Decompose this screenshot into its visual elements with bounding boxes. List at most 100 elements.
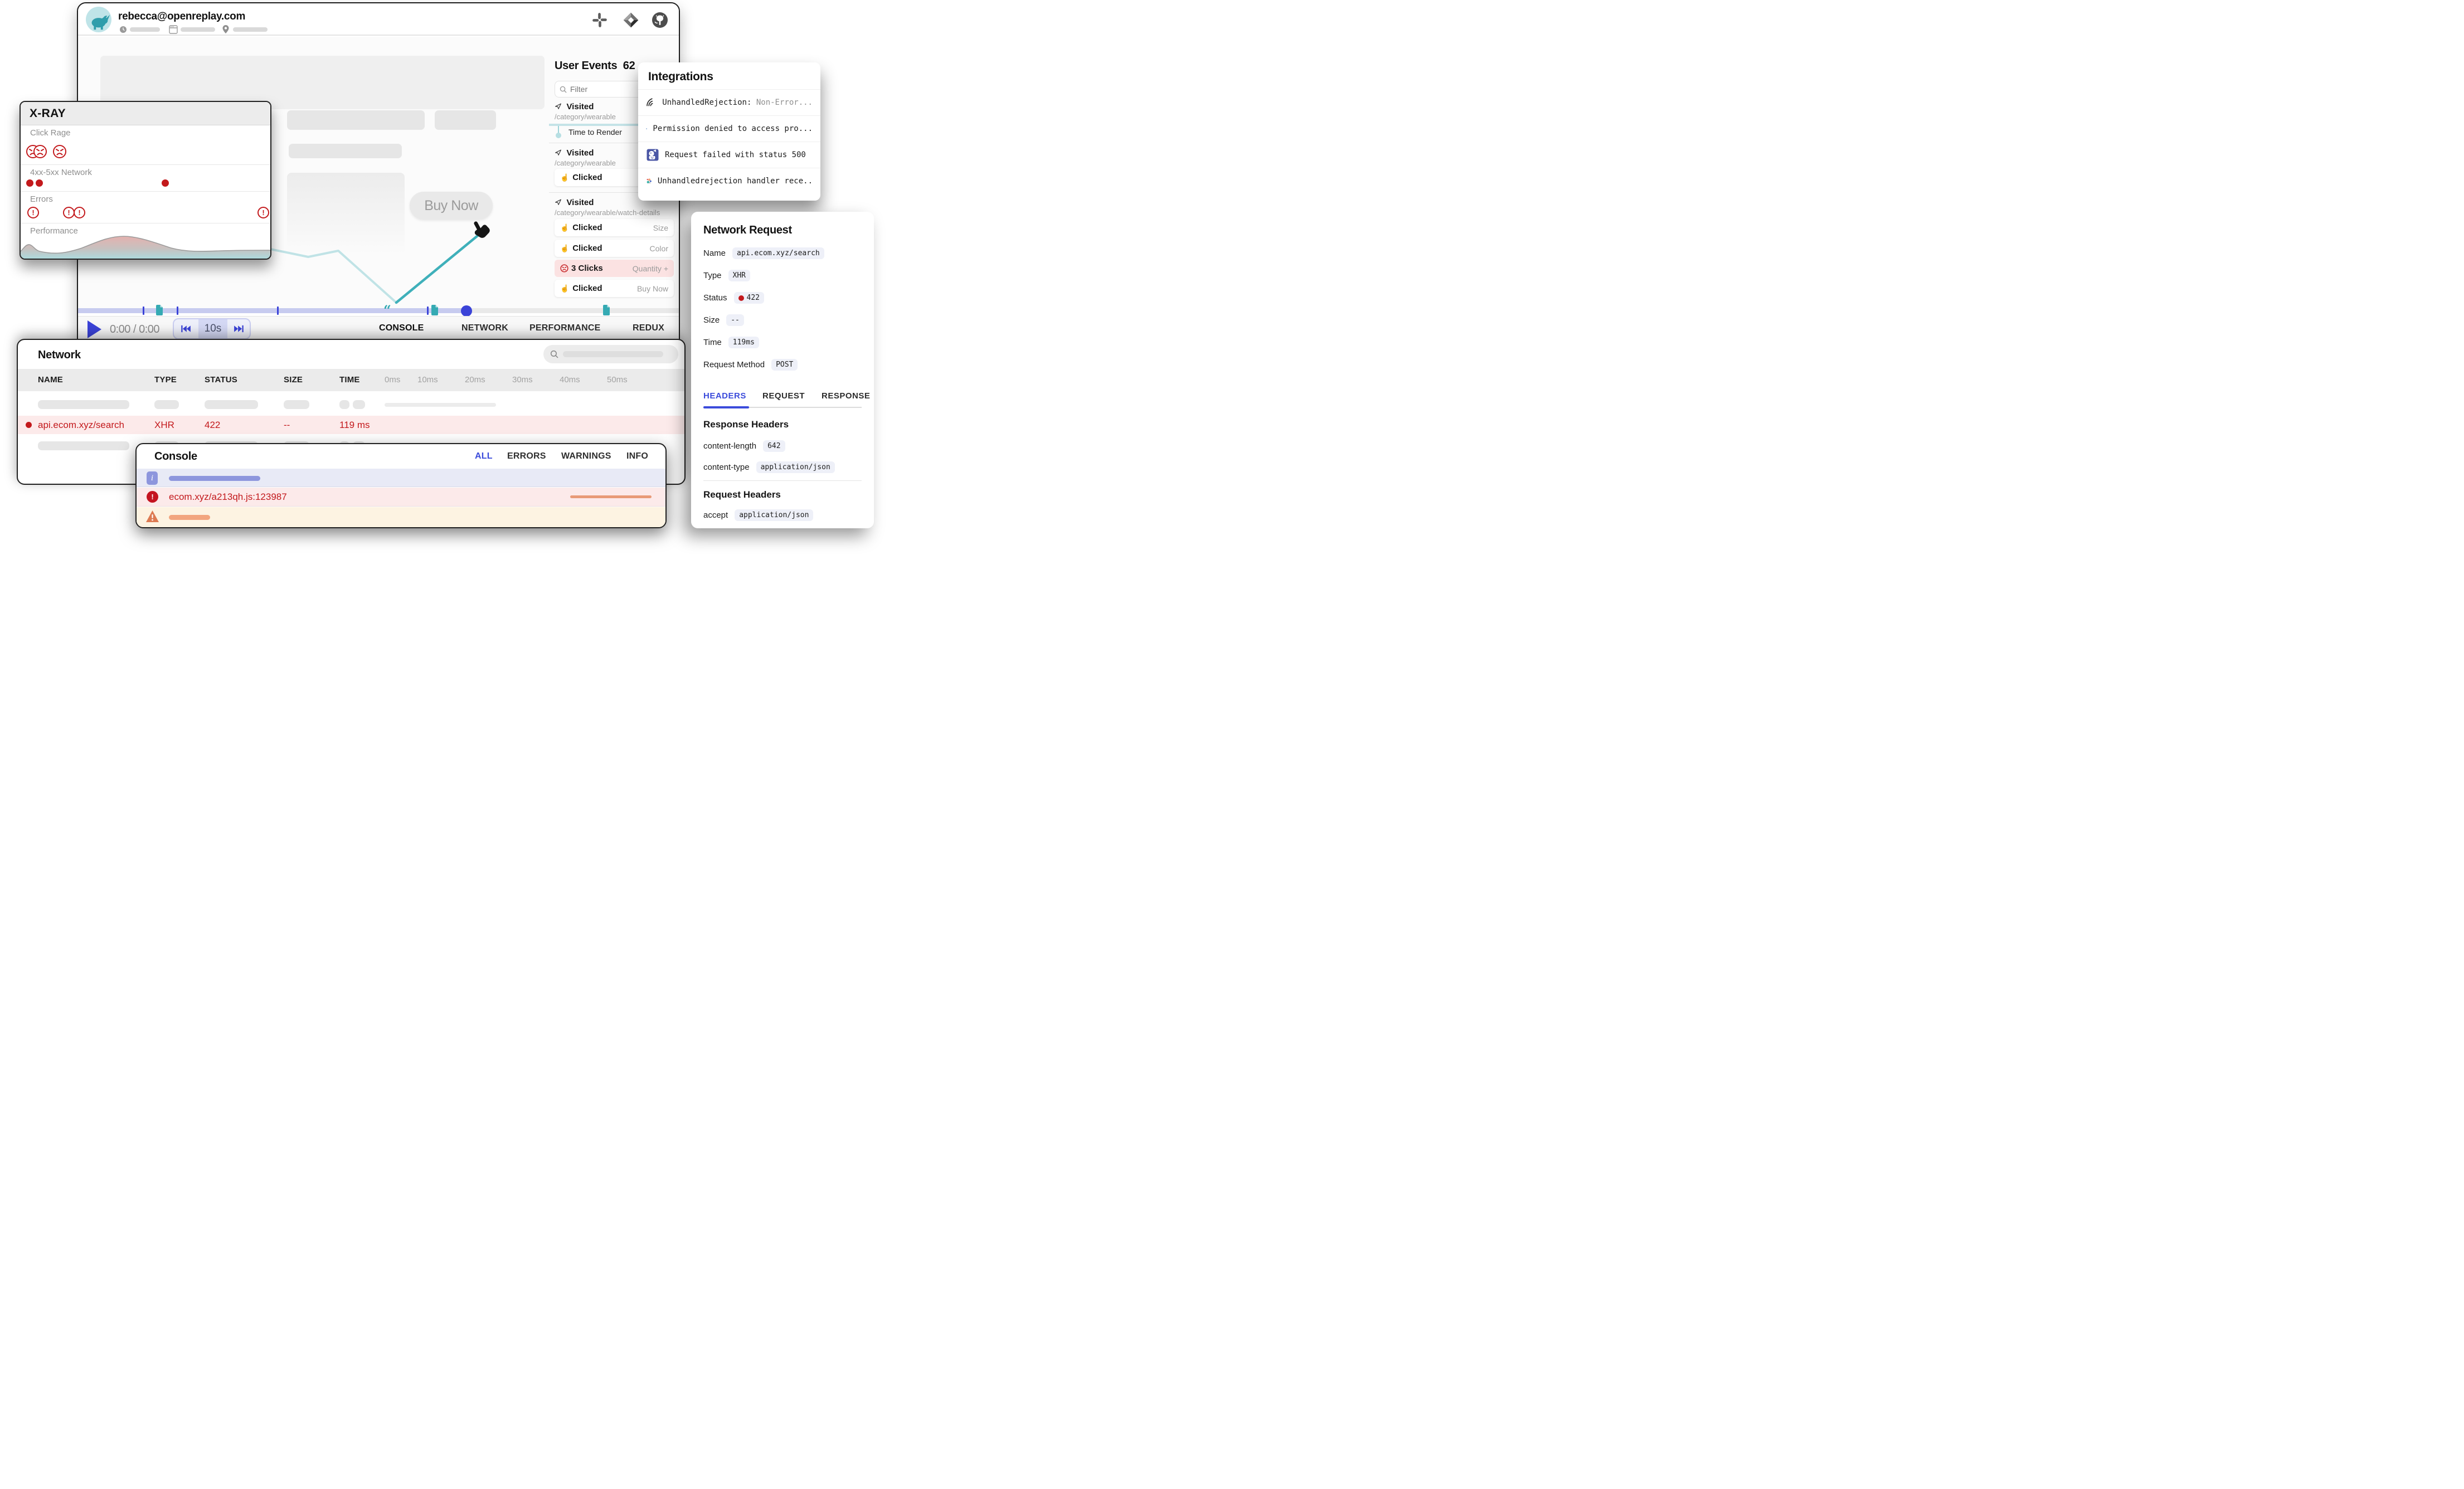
timeline-playhead[interactable] — [461, 305, 472, 317]
performance-area-chart — [21, 235, 270, 259]
console-tab-errors[interactable]: ERRORS — [507, 451, 546, 461]
skip-interval-display[interactable]: 10s — [198, 319, 227, 338]
event-visited-1[interactable]: Visited /category/wearable — [555, 102, 616, 121]
event-clicked-size-card[interactable]: ☝ Clicked Size — [555, 219, 674, 236]
network-request-title: Network Request — [703, 224, 792, 237]
console-tab-all[interactable]: ALL — [475, 451, 493, 461]
tab-network[interactable]: NETWORK — [461, 323, 508, 333]
skip-back-button[interactable] — [174, 319, 198, 338]
tab-performance[interactable]: PERFORMANCE — [529, 323, 601, 333]
error-badge-icon[interactable]: ! — [257, 207, 269, 218]
timeline-note-marker[interactable] — [603, 305, 610, 315]
console-row-error[interactable]: ! ecom.xyz/a213qh.js:123987 — [137, 488, 667, 507]
field-value-chip: -- — [726, 314, 744, 326]
status-error-dot — [26, 422, 32, 428]
slack-icon[interactable] — [592, 12, 608, 28]
xray-header: X-RAY — [21, 102, 270, 125]
timeline-note-marker[interactable] — [156, 305, 163, 315]
xray-divider — [21, 191, 271, 192]
integration-row-elastic[interactable]: Unhandledrejection handler rece.. — [638, 168, 820, 194]
console-row-info[interactable]: i — [137, 469, 667, 487]
tick-20ms: 20ms — [465, 375, 485, 385]
session-duration-skeleton — [130, 27, 160, 32]
request-status: 422 — [205, 420, 220, 431]
warning-message-skeleton — [169, 515, 210, 520]
github-icon[interactable] — [651, 11, 669, 29]
error-badge-icon[interactable]: ! — [74, 207, 85, 218]
location-info-skeleton — [233, 27, 268, 32]
buy-now-label: Buy Now — [424, 198, 478, 214]
network-error-dot[interactable] — [162, 179, 169, 187]
console-tab-info[interactable]: INFO — [626, 451, 648, 461]
skip-forward-button[interactable] — [227, 319, 250, 338]
col-time[interactable]: TIME — [339, 375, 360, 385]
xray-network-label: 4xx-5xx Network — [30, 168, 92, 177]
event-target: Quantity + — [633, 264, 668, 273]
event-visited-2[interactable]: Visited /category/wearable — [555, 148, 616, 167]
request-time: 119 ms — [339, 420, 370, 431]
rage-face-icon[interactable] — [33, 144, 47, 159]
integration-row-sentry[interactable]: UnhandledRejection: Non-Error... — [638, 89, 820, 115]
timeline-quote-marker[interactable]: “ — [383, 304, 391, 317]
player-timeline[interactable]: “ — [78, 305, 679, 316]
integration-row-datadog[interactable]: Request failed with status 500 — [638, 142, 820, 168]
nr-tab-response[interactable]: RESPONSE — [822, 391, 870, 401]
col-size[interactable]: SIZE — [284, 375, 303, 385]
status-value: 422 — [747, 294, 760, 302]
timeline-track-remaining — [466, 308, 679, 313]
error-badge-icon[interactable]: ! — [27, 207, 39, 218]
event-label: Visited — [566, 102, 594, 111]
event-label: Visited — [566, 198, 594, 207]
visited-icon — [555, 103, 562, 110]
clock-icon — [119, 26, 127, 33]
xray-divider — [21, 164, 271, 165]
search-input-skeleton — [563, 351, 663, 357]
hand-pointer-icon: ☝ — [560, 244, 569, 253]
tab-console[interactable]: CONSOLE — [379, 323, 424, 333]
skip-back-icon — [181, 325, 191, 333]
nr-tab-request[interactable]: REQUEST — [762, 391, 805, 401]
search-icon — [560, 86, 567, 93]
field-request-method: Request Method POST — [703, 359, 798, 371]
console-tab-warnings[interactable]: WARNINGS — [561, 451, 611, 461]
event-url: /category/wearable/watch-details — [555, 208, 660, 217]
timeline-event-tick[interactable] — [427, 306, 429, 315]
col-name[interactable]: NAME — [38, 375, 63, 385]
col-status[interactable]: STATUS — [205, 375, 237, 385]
error-badge-icon[interactable]: ! — [63, 207, 75, 218]
network-error-dot[interactable] — [26, 179, 33, 187]
header-content-length: content-length 642 — [703, 440, 785, 452]
timeline-event-tick[interactable] — [277, 306, 279, 315]
field-label: Type — [703, 271, 722, 280]
info-message-skeleton — [169, 476, 260, 481]
console-panel: Console ALL ERRORS WARNINGS INFO i ! eco… — [135, 443, 667, 528]
event-label: Visited — [566, 148, 594, 158]
play-button[interactable] — [88, 320, 101, 338]
console-row-warning[interactable] — [137, 507, 667, 528]
event-visited-3[interactable]: Visited /category/wearable/watch-details — [555, 198, 660, 217]
tab-redux[interactable]: REDUX — [633, 323, 664, 333]
field-label: Request Method — [703, 360, 765, 369]
timeline-note-marker[interactable] — [431, 305, 438, 315]
timeline-event-tick[interactable] — [143, 306, 144, 315]
network-search-box[interactable] — [543, 345, 678, 363]
jira-icon[interactable] — [622, 11, 640, 29]
nr-tab-headers[interactable]: HEADERS — [703, 391, 746, 401]
network-row-error[interactable]: api.ecom.xyz/search XHR 422 -- 119 ms — [18, 416, 686, 434]
avatar — [86, 7, 111, 32]
field-value-chip: POST — [771, 359, 798, 371]
buy-now-button[interactable]: Buy Now — [410, 192, 493, 220]
event-rage-clicks-card[interactable]: 3 Clicks Quantity + — [555, 260, 674, 277]
integration-row-airbrake[interactable]: Permission denied to access pro... — [638, 115, 820, 142]
timeline-event-tick[interactable] — [177, 306, 178, 315]
event-url: /category/wearable — [555, 159, 616, 167]
field-label: Time — [703, 338, 722, 347]
event-clicked-buynow-card[interactable]: ☝ Clicked Buy Now — [555, 280, 674, 297]
event-target: Buy Now — [637, 284, 668, 293]
network-error-dot[interactable] — [36, 179, 43, 187]
header-content-type: content-type application/json — [703, 461, 835, 473]
rage-face-icon[interactable] — [52, 144, 67, 159]
col-type[interactable]: TYPE — [154, 375, 177, 385]
request-size: -- — [284, 420, 290, 431]
event-clicked-color-card[interactable]: ☝ Clicked Color — [555, 240, 674, 257]
